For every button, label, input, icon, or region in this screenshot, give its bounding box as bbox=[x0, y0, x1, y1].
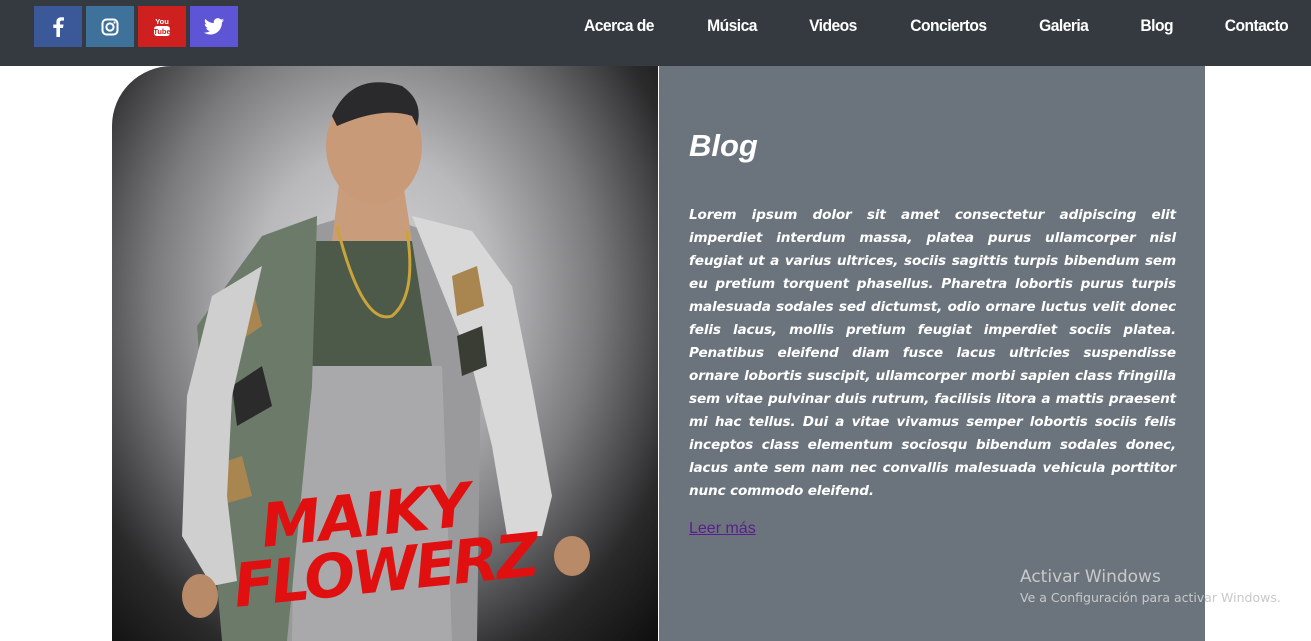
blog-title: Blog bbox=[689, 128, 758, 163]
nav-link-blog[interactable]: Blog bbox=[1140, 16, 1173, 36]
nav-link-contact[interactable]: Contacto bbox=[1225, 16, 1289, 36]
blog-panel: Blog Lorem ipsum dolor sit amet consecte… bbox=[659, 66, 1205, 641]
youtube-button[interactable]: You Tube bbox=[138, 6, 186, 47]
artist-photo: MAIKY FLOWERZ bbox=[112, 66, 658, 641]
windows-activation-watermark: Activar Windows Ve a Configuración para … bbox=[1020, 567, 1281, 605]
nav-link-concerts[interactable]: Conciertos bbox=[910, 16, 987, 36]
nav-link-gallery[interactable]: Galeria bbox=[1039, 16, 1089, 36]
artist-illustration: MAIKY FLOWERZ bbox=[182, 82, 590, 641]
instagram-button[interactable] bbox=[86, 6, 134, 47]
facebook-button[interactable] bbox=[34, 6, 82, 47]
nav-link-music[interactable]: Música bbox=[707, 16, 757, 36]
instagram-icon bbox=[101, 18, 119, 35]
blog-body: Lorem ipsum dolor sit amet consectetur a… bbox=[689, 207, 1176, 499]
svg-text:You: You bbox=[155, 17, 169, 26]
top-navbar: You Tube Acerca de Música Videos Concier… bbox=[0, 0, 1311, 66]
twitter-button[interactable] bbox=[190, 6, 238, 47]
main-nav: Acerca de Música Videos Conciertos Galer… bbox=[553, 0, 1311, 52]
nav-link-about[interactable]: Acerca de bbox=[584, 16, 654, 36]
watermark-subtitle: Ve a Configuración para activar Windows. bbox=[1020, 590, 1281, 605]
svg-text:Tube: Tube bbox=[153, 27, 170, 36]
youtube-icon: You Tube bbox=[153, 17, 171, 36]
facebook-icon bbox=[53, 16, 64, 37]
twitter-icon bbox=[204, 18, 224, 35]
read-more-link[interactable]: Leer más bbox=[689, 520, 756, 538]
nav-link-videos[interactable]: Videos bbox=[809, 16, 857, 36]
social-links: You Tube bbox=[34, 6, 238, 47]
watermark-title: Activar Windows bbox=[1020, 567, 1161, 587]
